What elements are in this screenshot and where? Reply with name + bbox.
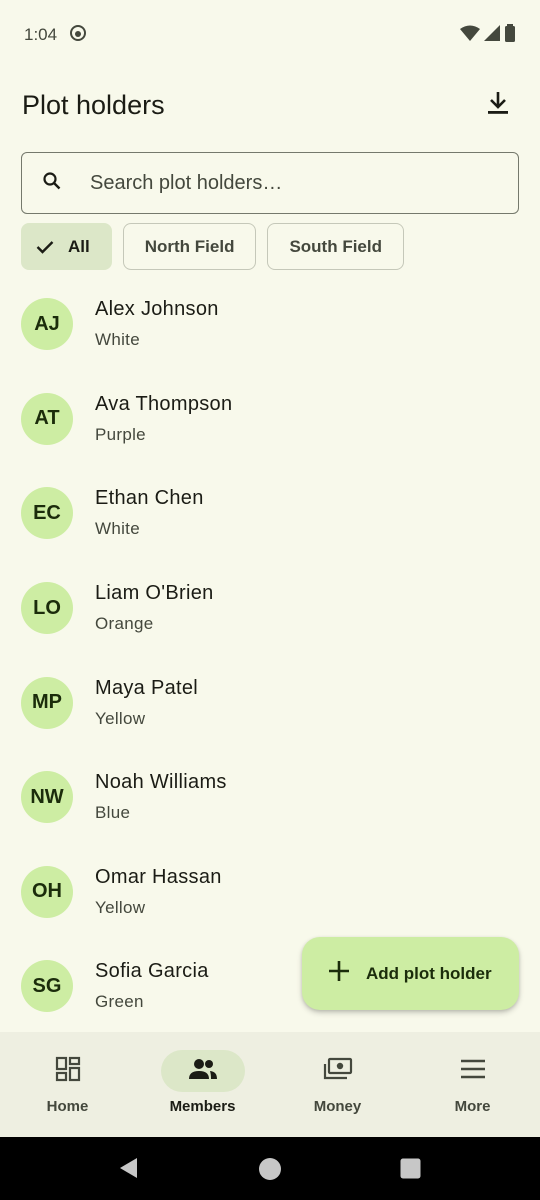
member-subtitle: Orange <box>95 614 154 634</box>
plus-icon <box>328 960 350 987</box>
list-item[interactable]: OH Omar Hassan Yellow <box>0 845 540 940</box>
dashboard-icon <box>55 1056 81 1087</box>
system-recents-button[interactable] <box>400 1158 421 1184</box>
system-home-button[interactable] <box>258 1157 282 1186</box>
member-subtitle: Green <box>95 992 144 1012</box>
member-name: Ethan Chen <box>95 487 204 510</box>
fab-label: Add plot holder <box>366 963 492 983</box>
member-name: Alex Johnson <box>95 298 219 321</box>
menu-icon <box>460 1059 486 1084</box>
status-bar: 1:04 <box>0 0 540 70</box>
member-subtitle: Blue <box>95 803 131 823</box>
nav-item-money[interactable]: Money <box>270 1032 405 1137</box>
recents-square-icon <box>400 1158 421 1184</box>
avatar: LO <box>21 582 73 635</box>
chip-label: All <box>68 236 90 256</box>
page-title: Plot holders <box>22 89 165 120</box>
avatar: SG <box>21 960 73 1013</box>
nav-item-home[interactable]: Home <box>0 1032 135 1137</box>
status-time: 1:04 <box>24 25 58 44</box>
add-plot-holder-button[interactable]: Add plot holder <box>302 937 519 1010</box>
avatar: NW <box>21 771 73 824</box>
nav-label: More <box>454 1098 491 1115</box>
nav-label: Members <box>169 1098 236 1115</box>
nav-indicator <box>431 1050 515 1092</box>
chip-north-field[interactable]: North Field <box>122 223 257 270</box>
nav-indicator <box>296 1050 380 1092</box>
member-subtitle: Yellow <box>95 708 146 728</box>
nav-label: Money <box>313 1098 362 1115</box>
nav-label: Home <box>46 1098 89 1115</box>
avatar: MP <box>21 676 73 729</box>
member-subtitle: Yellow <box>95 897 146 917</box>
wifi-icon <box>460 25 480 46</box>
member-name: Noah Williams <box>95 771 227 794</box>
avatar: AT <box>21 392 73 445</box>
chip-all[interactable]: All <box>21 223 112 270</box>
download-icon <box>486 90 510 121</box>
chip-south-field[interactable]: South Field <box>267 223 404 270</box>
search-field[interactable] <box>21 152 519 214</box>
list-item[interactable]: EC Ethan Chen White <box>0 466 540 561</box>
status-icons <box>460 23 516 47</box>
system-back-button[interactable] <box>118 1157 138 1184</box>
avatar: AJ <box>21 298 73 351</box>
member-subtitle: White <box>95 330 140 350</box>
top-app-bar: Plot holders <box>0 70 540 140</box>
member-subtitle: White <box>95 519 140 539</box>
nav-item-members[interactable]: Members <box>135 1032 270 1137</box>
download-button[interactable] <box>478 85 518 125</box>
check-icon <box>36 240 54 254</box>
member-name: Liam O'Brien <box>95 582 214 605</box>
payments-icon <box>323 1057 353 1086</box>
system-navigation-bar <box>0 1137 540 1200</box>
member-subtitle: Purple <box>95 424 146 444</box>
search-input[interactable] <box>90 171 490 195</box>
battery-icon <box>504 23 516 47</box>
list-item[interactable]: MP Maya Patel Yellow <box>0 655 540 750</box>
back-triangle-icon <box>118 1157 138 1184</box>
member-name: Maya Patel <box>95 676 199 699</box>
notification-icon <box>69 24 87 47</box>
nav-indicator <box>26 1050 110 1092</box>
signal-icon <box>484 24 500 46</box>
member-name: Sofia Garcia <box>95 960 209 983</box>
chip-label: North Field <box>144 236 235 256</box>
search-icon <box>42 171 62 196</box>
screen: 1:04 Plot holders Search plot holders… A… <box>0 0 540 1200</box>
list-item[interactable]: AJ Alex Johnson White <box>0 277 540 372</box>
member-name: Ava Thompson <box>95 392 233 415</box>
group-icon <box>188 1058 218 1085</box>
member-name: Omar Hassan <box>95 865 222 888</box>
filter-chips: All North Field South Field <box>21 223 404 270</box>
list-item[interactable]: AT Ava Thompson Purple <box>0 372 540 467</box>
list-item[interactable]: LO Liam O'Brien Orange <box>0 561 540 656</box>
nav-indicator <box>160 1050 245 1092</box>
member-list: AJ Alex Johnson White AT Ava Thompson Purp… <box>0 277 540 1034</box>
list-item[interactable]: NW Noah Williams Blue <box>0 750 540 845</box>
avatar: EC <box>21 487 73 540</box>
avatar: OH <box>21 865 73 918</box>
bottom-navigation: Home Members Money More <box>0 1032 540 1137</box>
chip-label: South Field <box>289 236 382 256</box>
home-circle-icon <box>258 1157 282 1186</box>
nav-item-more[interactable]: More <box>405 1032 540 1137</box>
